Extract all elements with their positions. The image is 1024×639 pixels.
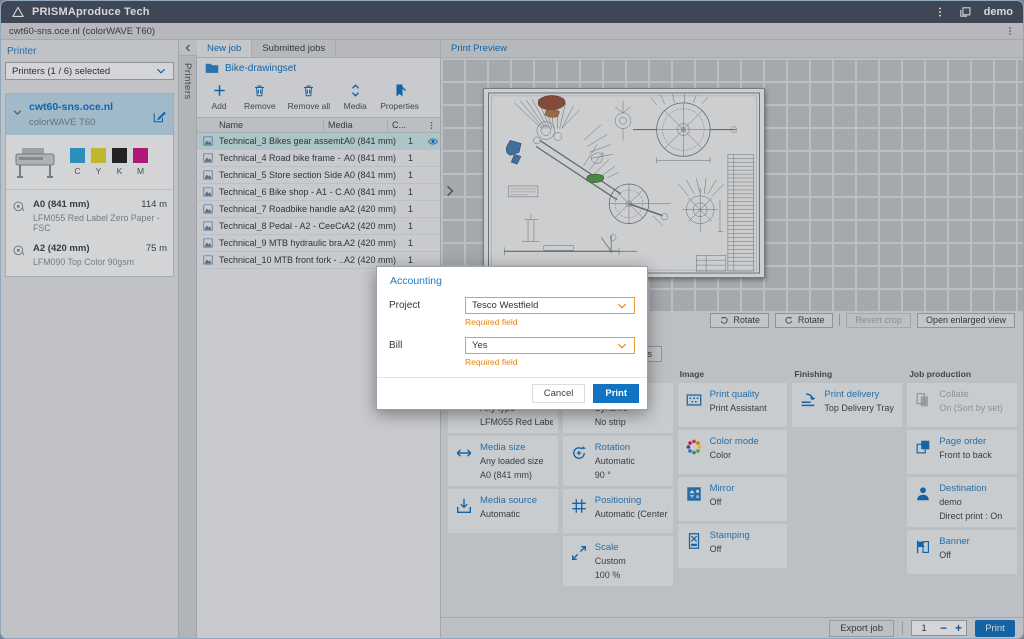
dialog-fields: Project Tesco Westfield Required field B… [377,291,647,376]
dialog-field: Bill Yes Required field [389,337,635,376]
required-field-hint: Required field [465,354,635,376]
field-value: Yes [472,340,488,351]
field-label: Bill [389,340,465,351]
accounting-dialog: Accounting Project Tesco Westfield Requi… [376,266,648,410]
field-value: Tesco Westfield [472,300,538,311]
project-dropdown[interactable]: Tesco Westfield [465,297,635,314]
field-label: Project [389,300,465,311]
dialog-title: Accounting [377,267,647,291]
dialog-print-button[interactable]: Print [593,384,639,403]
app-window: PRISMAproduce Tech demo cwt60-sns.oce.nl… [0,0,1024,639]
required-field-hint: Required field [465,314,635,336]
chevron-down-icon [616,340,628,352]
dialog-field: Project Tesco Westfield Required field [389,297,635,336]
cancel-button[interactable]: Cancel [532,384,586,403]
chevron-down-icon [616,300,628,312]
bill-dropdown[interactable]: Yes [465,337,635,354]
